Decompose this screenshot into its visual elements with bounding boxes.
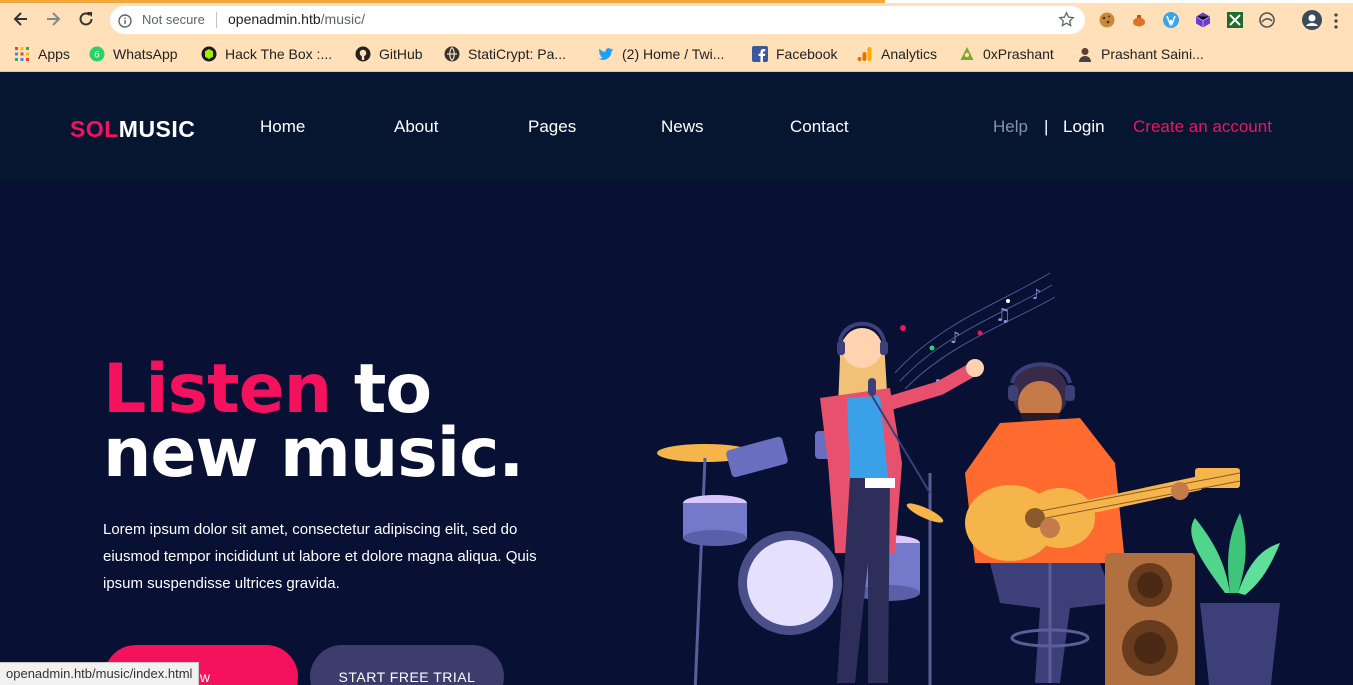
hero-title-line2: new music. xyxy=(103,414,524,493)
bookmark-label: WhatsApp xyxy=(113,46,178,62)
logo-part-sol: SOL xyxy=(70,116,119,142)
svg-text:♪: ♪ xyxy=(1032,287,1041,303)
bookmark-label: Hack The Box :... xyxy=(225,46,333,62)
bookmark-twitter[interactable]: (2) Home / Twi... xyxy=(598,45,724,63)
svg-text:6: 6 xyxy=(94,51,100,61)
url-host: openadmin.htb xyxy=(228,11,321,27)
site-header: SOLMUSIC Home About Pages News Contact H… xyxy=(0,72,1353,183)
apps-grid-icon xyxy=(14,46,30,62)
url-text[interactable]: openadmin.htb/music/ xyxy=(228,11,365,27)
cookie-extension-icon[interactable] xyxy=(1098,11,1116,29)
musicians-illustration: ♪ ♫ ♪ xyxy=(657,272,1280,685)
bookmark-facebook[interactable]: Facebook xyxy=(752,45,837,63)
bookmark-label: Facebook xyxy=(776,46,838,62)
staticrypt-icon xyxy=(444,46,460,62)
help-link[interactable]: Help xyxy=(993,117,1028,137)
bookmark-whatsapp[interactable]: 6 WhatsApp xyxy=(89,45,178,63)
hackthebox-icon xyxy=(201,46,217,62)
0xprashant-icon xyxy=(959,46,975,62)
browser-menu-icon[interactable] xyxy=(1334,13,1338,29)
bookmarks-bar: Apps 6 WhatsApp Hack The Box :... GitHub… xyxy=(0,36,1353,72)
bookmark-label: 0xPrashant xyxy=(983,46,1054,62)
bookmark-hackthebox[interactable]: Hack The Box :... xyxy=(201,45,332,63)
bookmark-label: Prashant Saini... xyxy=(1101,46,1204,62)
bookmark-prashant-saini[interactable]: Prashant Saini... xyxy=(1077,45,1204,63)
analytics-icon xyxy=(857,46,873,62)
svg-text:♫: ♫ xyxy=(995,305,1011,326)
nav-home[interactable]: Home xyxy=(260,117,305,137)
hero-lead-text: Lorem ipsum dolor sit amet, consectetur … xyxy=(103,521,537,592)
wappalyzer-extension-icon[interactable] xyxy=(1162,11,1180,29)
back-arrow-icon[interactable] xyxy=(10,8,32,30)
bookmark-github[interactable]: GitHub xyxy=(355,45,423,63)
cube-extension-icon[interactable] xyxy=(1194,11,1212,29)
nav-contact[interactable]: Contact xyxy=(790,117,849,137)
bookmark-analytics[interactable]: Analytics xyxy=(857,45,937,63)
twitter-icon xyxy=(598,46,614,62)
logo-part-music: MUSIC xyxy=(118,116,196,142)
security-label: Not secure xyxy=(142,12,205,27)
teapot-extension-icon[interactable] xyxy=(1130,11,1148,29)
nav-about[interactable]: About xyxy=(394,117,438,137)
browser-toolbar: Not secure openadmin.htb/music/ xyxy=(0,3,1353,36)
omnibox-separator xyxy=(216,12,217,28)
hackbar-extension-icon[interactable] xyxy=(1258,11,1276,29)
forward-arrow-icon[interactable] xyxy=(42,8,64,30)
bookmark-label: GitHub xyxy=(379,46,423,62)
browser-chrome: Not secure openadmin.htb/music/ Apps 6 W… xyxy=(0,0,1353,72)
github-icon xyxy=(355,46,371,62)
info-icon[interactable] xyxy=(118,13,132,32)
user-links-separator: | xyxy=(1044,117,1049,136)
address-bar[interactable]: Not secure openadmin.htb/music/ xyxy=(110,6,1085,34)
bookmark-label: Apps xyxy=(38,46,70,62)
bookmark-staticrypt[interactable]: StatiCrypt: Pa... xyxy=(444,45,566,63)
url-path: /music/ xyxy=(320,11,365,27)
create-account-link[interactable]: Create an account xyxy=(1133,117,1272,137)
start-free-trial-button[interactable]: START FREE TRIAL xyxy=(310,645,504,685)
bookmark-apps[interactable]: Apps xyxy=(14,45,70,63)
link-status-bubble: openadmin.htb/music/index.html xyxy=(0,662,200,685)
nav-pages[interactable]: Pages xyxy=(528,117,576,137)
xray-extension-icon[interactable] xyxy=(1226,11,1244,29)
reload-icon[interactable] xyxy=(75,8,97,30)
bookmark-label: StatiCrypt: Pa... xyxy=(468,46,567,62)
start-free-trial-label: START FREE TRIAL xyxy=(338,669,476,685)
bookmark-label: Analytics xyxy=(881,46,938,62)
hero-section: Listen to new music. Lorem ipsum dolor si… xyxy=(0,183,1353,685)
profile-icon xyxy=(1077,46,1093,62)
site-logo[interactable]: SOLMUSIC xyxy=(70,116,195,143)
facebook-icon xyxy=(752,46,768,62)
bookmark-label: (2) Home / Twi... xyxy=(622,46,725,62)
svg-text:♪: ♪ xyxy=(950,328,960,347)
whatsapp-icon: 6 xyxy=(89,46,105,62)
bookmark-0xprashant[interactable]: 0xPrashant xyxy=(959,45,1054,63)
profile-avatar-icon[interactable] xyxy=(1302,10,1322,30)
nav-news[interactable]: News xyxy=(661,117,704,137)
hero-title: Listen to new music. xyxy=(103,356,524,488)
login-link[interactable]: Login xyxy=(1063,117,1105,137)
bookmark-star-icon[interactable] xyxy=(1058,11,1075,32)
